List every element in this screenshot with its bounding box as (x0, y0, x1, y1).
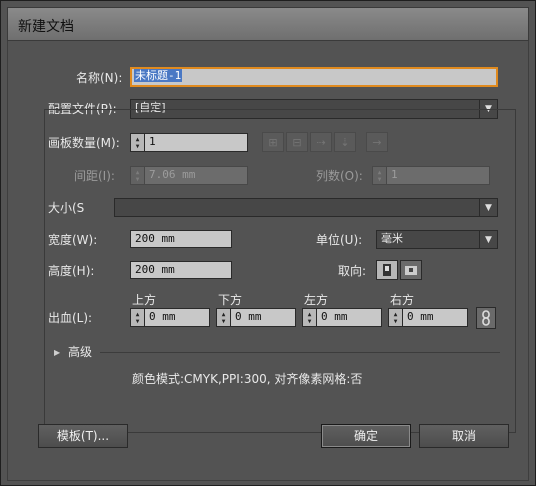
bleed-right-stepper[interactable]: ▲ ▼ 0 mm (388, 308, 468, 327)
bleed-right-value: 0 mm (407, 310, 434, 323)
landscape-glyph (405, 266, 417, 275)
spacing-value: 7.06 mm (149, 168, 196, 181)
portrait-glyph (383, 264, 391, 276)
artboards-value: 1 (149, 135, 156, 148)
units-label: 单位(U): (316, 233, 363, 247)
bleed-left-stepper[interactable]: ▲ ▼ 0 mm (302, 308, 382, 327)
artboards-label: 画板数量(M): (48, 136, 120, 150)
portrait-icon[interactable] (376, 260, 398, 280)
grid-by-column-icon[interactable]: ⊟ (286, 132, 308, 152)
chevron-down-icon: ▼ (479, 199, 497, 216)
bleed-left-value: 0 mm (321, 310, 348, 323)
bleed-bottom-stepper[interactable]: ▲ ▼ 0 mm (216, 308, 296, 327)
name-label: 名称(N): (76, 71, 123, 85)
bleed-label: 出血(L): (48, 311, 93, 325)
bleed-top-stepper[interactable]: ▲ ▼ 0 mm (130, 308, 210, 327)
bleed-left-label: 左方 (304, 293, 329, 307)
chain-link-glyph (482, 310, 490, 326)
title-bar[interactable]: 新建文档 (7, 7, 529, 41)
expand-triangle-icon[interactable]: ▶ (54, 345, 60, 361)
dialog-title: 新建文档 (18, 19, 74, 35)
chevron-down-icon: ▼ (479, 231, 497, 248)
new-document-dialog: 新建文档 名称(N): 未标题-1 配置文件(P): [自定] ▼ 画板数量(M… (0, 0, 536, 486)
units-select[interactable]: 毫米 ▼ (376, 230, 498, 249)
landscape-icon[interactable] (400, 260, 422, 280)
width-value: 200 mm (135, 232, 175, 245)
orientation-label: 取向: (338, 264, 367, 278)
advanced-label[interactable]: 高级 (68, 344, 92, 360)
size-label: 大小(S (48, 201, 85, 215)
stepper-arrows-icon[interactable]: ▲ ▼ (131, 167, 145, 184)
bleed-right-label: 右方 (390, 293, 415, 307)
document-info-text: 颜色模式:CMYK,PPI:300, 对齐像素网格:否 (132, 372, 363, 386)
height-label: 高度(H): (48, 264, 95, 278)
cancel-button[interactable]: 取消 (419, 424, 509, 448)
stepper-arrows-icon[interactable]: ▲ ▼ (389, 309, 403, 326)
width-field[interactable]: 200 mm (130, 230, 232, 248)
columns-label: 列数(O): (316, 169, 363, 183)
name-field[interactable]: 未标题-1 (130, 67, 498, 87)
stepper-arrows-icon[interactable]: ▲ ▼ (131, 134, 145, 151)
chain-link-icon[interactable] (476, 307, 496, 329)
stepper-arrows-icon[interactable]: ▲ ▼ (373, 167, 387, 184)
stepper-arrows-icon[interactable]: ▲ ▼ (303, 309, 317, 326)
height-value: 200 mm (135, 263, 175, 276)
ok-button[interactable]: 确定 (321, 424, 411, 448)
height-field[interactable]: 200 mm (130, 261, 232, 279)
width-label: 宽度(W): (48, 233, 98, 247)
artboards-stepper[interactable]: ▲ ▼ 1 (130, 133, 248, 152)
dialog-body: 名称(N): 未标题-1 配置文件(P): [自定] ▼ 画板数量(M): ▲ ▼… (7, 41, 529, 481)
name-value: 未标题-1 (134, 69, 183, 82)
bleed-top-label: 上方 (132, 293, 157, 307)
arrange-by-column-icon[interactable]: ⇣ (334, 132, 356, 152)
grid-by-row-icon[interactable]: ⊞ (262, 132, 284, 152)
arrange-by-row-icon[interactable]: ⇢ (310, 132, 332, 152)
stepper-arrows-icon[interactable]: ▲ ▼ (217, 309, 231, 326)
size-select[interactable]: ▼ (114, 198, 498, 217)
spacing-label: 间距(I): (74, 169, 115, 183)
bleed-top-value: 0 mm (149, 310, 176, 323)
templates-button[interactable]: 模板(T)... (38, 424, 128, 448)
columns-value: 1 (391, 168, 398, 181)
right-to-left-icon[interactable]: → (366, 132, 388, 152)
units-value: 毫米 (381, 232, 403, 245)
bleed-bottom-value: 0 mm (235, 310, 262, 323)
stepper-arrows-icon[interactable]: ▲ ▼ (131, 309, 145, 326)
columns-stepper[interactable]: ▲ ▼ 1 (372, 166, 490, 185)
advanced-divider (100, 352, 500, 353)
bleed-bottom-label: 下方 (218, 293, 243, 307)
spacing-stepper[interactable]: ▲ ▼ 7.06 mm (130, 166, 248, 185)
